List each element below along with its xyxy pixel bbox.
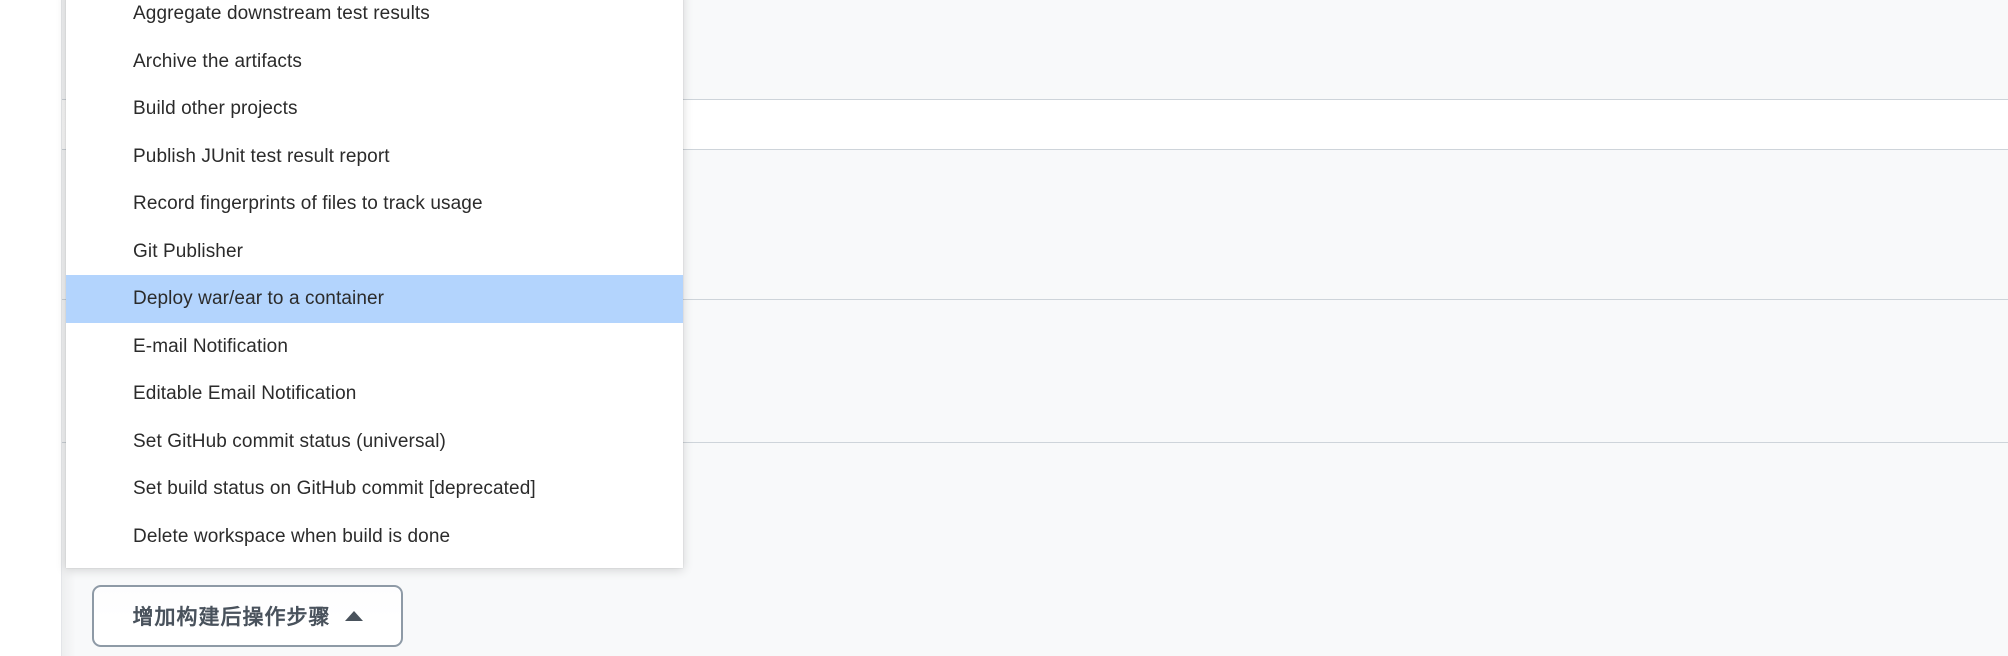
add-post-build-step-button[interactable]: 增加构建后操作步骤 — [92, 585, 403, 647]
menu-item[interactable]: Build other projects — [66, 85, 683, 133]
menu-item[interactable]: Deploy war/ear to a container — [66, 275, 683, 323]
menu-item[interactable]: Set GitHub commit status (universal) — [66, 418, 683, 466]
menu-item[interactable]: Editable Email Notification — [66, 370, 683, 418]
menu-item[interactable]: Record fingerprints of files to track us… — [66, 180, 683, 228]
menu-item[interactable]: E-mail Notification — [66, 323, 683, 371]
left-gutter-divider — [61, 0, 62, 656]
add-post-build-step-label: 增加构建后操作步骤 — [132, 605, 331, 629]
menu-item[interactable]: Publish JUnit test result report — [66, 133, 683, 181]
menu-item[interactable]: Git Publisher — [66, 228, 683, 276]
menu-item[interactable]: Archive the artifacts — [66, 38, 683, 86]
left-gutter — [0, 0, 61, 656]
screen-root: Aggregate downstream test results Archive… — [0, 0, 2008, 656]
menu-item[interactable]: Delete workspace when build is done — [66, 513, 683, 561]
caret-up-icon — [344, 611, 363, 621]
menu-item[interactable]: Aggregate downstream test results — [66, 0, 683, 38]
post-build-action-menu[interactable]: Aggregate downstream test results Archive… — [66, 0, 683, 568]
menu-item[interactable]: Set build status on GitHub commit [depre… — [66, 465, 683, 513]
